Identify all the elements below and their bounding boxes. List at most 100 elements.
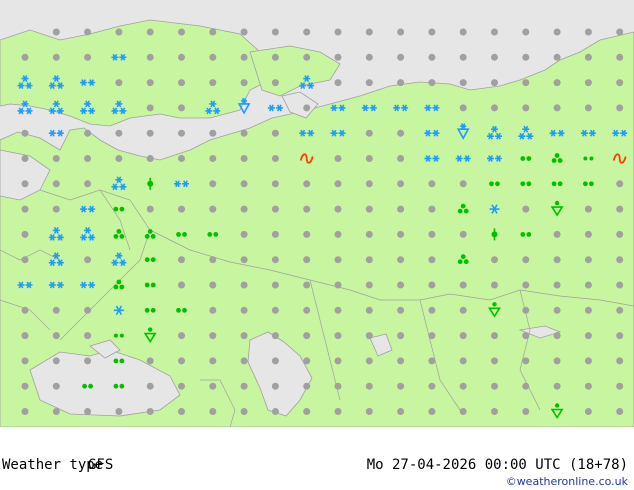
clear-dot-symbol <box>584 79 592 87</box>
clear-dot-symbol <box>303 382 311 390</box>
clear-dot-symbol <box>553 332 561 340</box>
clear-dot-symbol <box>84 332 92 340</box>
clear-dot-symbol <box>271 230 279 238</box>
clear-dot-symbol <box>459 306 467 314</box>
clear-dot-symbol <box>553 256 561 264</box>
clear-dot-symbol <box>209 306 217 314</box>
clear-dot-symbol <box>397 28 405 36</box>
clear-dot-symbol <box>334 357 342 365</box>
clear-dot-symbol <box>240 357 248 365</box>
clear-dot-symbol <box>21 180 29 188</box>
clear-dot-symbol <box>616 205 624 213</box>
clear-dot-symbol <box>146 408 154 415</box>
clear-dot-symbol <box>616 104 624 112</box>
footer: Weather type GFS Mo 27-04-2026 00:00 UTC… <box>0 427 634 490</box>
clear-dot-symbol <box>52 408 60 415</box>
clear-dot-symbol <box>428 205 436 213</box>
clear-dot-symbol <box>240 281 248 289</box>
clear-dot-symbol <box>491 382 498 390</box>
clear-dot-symbol <box>459 53 467 61</box>
clear-dot-symbol <box>584 408 592 415</box>
clear-dot-symbol <box>334 205 342 213</box>
clear-dot-symbol <box>178 205 185 213</box>
clear-dot-symbol <box>146 155 154 162</box>
clear-dot-symbol <box>616 256 624 264</box>
clear-dot-symbol <box>584 205 592 213</box>
clear-dot-symbol <box>522 332 530 340</box>
clear-dot-symbol <box>240 155 248 162</box>
clear-dot-symbol <box>491 28 498 36</box>
clear-dot-symbol <box>271 155 279 162</box>
clear-dot-symbol <box>522 357 530 365</box>
clear-dot-symbol <box>271 306 279 314</box>
clear-dot-symbol <box>428 28 436 36</box>
clear-dot-symbol <box>209 79 217 87</box>
clear-dot-symbol <box>428 408 436 415</box>
clear-dot-symbol <box>459 332 467 340</box>
clear-dot-symbol <box>397 155 405 162</box>
clear-dot-symbol <box>178 155 185 162</box>
clear-dot-symbol <box>21 205 29 213</box>
clear-dot-symbol <box>584 104 592 112</box>
clear-dot-symbol <box>584 382 592 390</box>
clear-dot-symbol <box>21 230 29 238</box>
clear-dot-symbol <box>178 382 185 390</box>
clear-dot-symbol <box>240 79 248 87</box>
clear-dot-symbol <box>240 28 248 36</box>
clear-dot-symbol <box>616 332 624 340</box>
clear-dot-symbol <box>303 205 311 213</box>
clear-dot-symbol <box>616 306 624 314</box>
clear-dot-symbol <box>271 53 279 61</box>
model-label: GFS <box>88 457 114 473</box>
clear-dot-symbol <box>21 382 29 390</box>
clear-dot-symbol <box>303 357 311 365</box>
credit-link[interactable]: ©weatheronline.co.uk <box>506 475 628 488</box>
clear-dot-symbol <box>365 408 373 415</box>
clear-dot-symbol <box>365 53 373 61</box>
clear-dot-symbol <box>491 104 498 112</box>
clear-dot-symbol <box>491 53 498 61</box>
clear-dot-symbol <box>616 53 624 61</box>
clear-dot-symbol <box>52 205 60 213</box>
clear-dot-symbol <box>178 53 185 61</box>
clear-dot-symbol <box>491 332 498 340</box>
clear-dot-symbol <box>21 408 29 415</box>
clear-dot-symbol <box>616 357 624 365</box>
clear-dot-symbol <box>459 357 467 365</box>
clear-dot-symbol <box>21 256 29 264</box>
clear-dot-symbol <box>397 332 405 340</box>
clear-dot-symbol <box>209 53 217 61</box>
clear-dot-symbol <box>522 382 530 390</box>
clear-dot-symbol <box>240 332 248 340</box>
clear-dot-symbol <box>428 357 436 365</box>
clear-dot-symbol <box>397 205 405 213</box>
clear-dot-symbol <box>397 53 405 61</box>
clear-dot-symbol <box>303 28 311 36</box>
clear-dot-symbol <box>491 408 498 415</box>
clear-dot-symbol <box>240 205 248 213</box>
clear-dot-symbol <box>522 104 530 112</box>
clear-dot-symbol <box>397 230 405 238</box>
clear-dot-symbol <box>178 256 185 264</box>
clear-dot-symbol <box>491 79 498 87</box>
clear-dot-symbol <box>522 79 530 87</box>
clear-dot-symbol <box>491 281 498 289</box>
clear-dot-symbol <box>303 332 311 340</box>
clear-dot-symbol <box>365 357 373 365</box>
clear-dot-symbol <box>115 28 123 36</box>
clear-dot-symbol <box>459 281 467 289</box>
clear-dot-symbol <box>271 205 279 213</box>
clear-dot-symbol <box>178 129 185 137</box>
clear-dot-symbol <box>365 382 373 390</box>
clear-dot-symbol <box>397 408 405 415</box>
clear-dot-symbol <box>303 230 311 238</box>
clear-dot-symbol <box>365 281 373 289</box>
clear-dot-symbol <box>522 306 530 314</box>
clear-dot-symbol <box>616 382 624 390</box>
clear-dot-symbol <box>52 28 60 36</box>
clear-dot-symbol <box>21 332 29 340</box>
clear-dot-symbol <box>240 230 248 238</box>
clear-dot-symbol <box>146 28 154 36</box>
clear-dot-symbol <box>240 382 248 390</box>
clear-dot-symbol <box>52 306 60 314</box>
